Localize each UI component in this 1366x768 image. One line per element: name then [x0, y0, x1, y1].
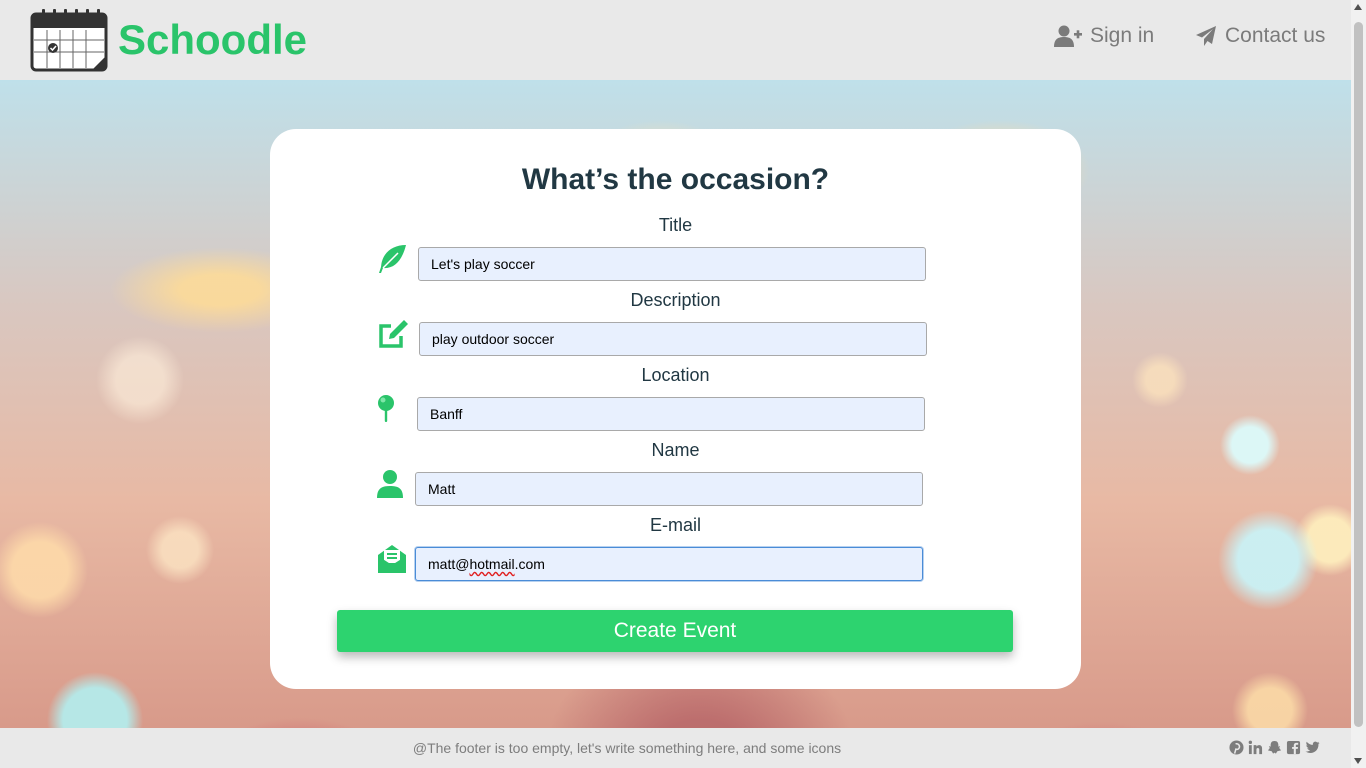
nav-sign-in-label: Sign in — [1090, 24, 1155, 47]
nav-sign-in[interactable]: Sign in — [1054, 24, 1154, 48]
email-value-misspelled: hotmail — [469, 556, 515, 572]
user-icon — [377, 470, 403, 498]
linkedin-icon[interactable] — [1248, 740, 1263, 755]
feather-icon — [379, 245, 406, 273]
paper-plane-icon — [1196, 26, 1216, 46]
location-label: Location — [641, 365, 710, 385]
vertical-scrollbar[interactable] — [1351, 0, 1366, 768]
envelope-open-icon — [378, 545, 406, 573]
email-value-prefix: matt@ — [428, 556, 470, 572]
footer-text: @The footer is too empty, let's write so… — [412, 740, 842, 756]
facebook-icon[interactable] — [1286, 740, 1301, 755]
snapchat-icon[interactable] — [1267, 740, 1282, 755]
location-input[interactable] — [417, 397, 925, 431]
scroll-thumb[interactable] — [1354, 22, 1363, 727]
brand-name[interactable]: Schoodle — [118, 14, 307, 66]
user-plus-icon — [1054, 25, 1082, 47]
create-event-button[interactable]: Create Event — [337, 610, 1013, 652]
description-input[interactable] — [419, 322, 927, 356]
nav-contact-us[interactable]: Contact us — [1195, 24, 1325, 48]
description-label: Description — [630, 290, 721, 310]
email-label: E-mail — [649, 515, 701, 535]
pinterest-icon[interactable] — [1229, 740, 1244, 755]
name-input[interactable] — [415, 472, 923, 506]
scroll-up-arrow-icon[interactable] — [1354, 4, 1362, 10]
form-title: What’s the occasion? — [521, 163, 830, 196]
nav-contact-us-label: Contact us — [1225, 24, 1326, 47]
map-pin-icon — [378, 395, 394, 422]
name-label: Name — [651, 440, 700, 460]
edit-icon — [379, 320, 408, 348]
twitter-icon[interactable] — [1305, 740, 1320, 755]
title-label: Title — [658, 215, 693, 235]
calendar-logo-icon[interactable] — [30, 8, 108, 74]
email-input[interactable]: matt@hotmail.com — [415, 547, 923, 581]
scroll-down-arrow-icon[interactable] — [1354, 758, 1362, 764]
site-footer: @The footer is too empty, let's write so… — [0, 728, 1351, 768]
title-input[interactable] — [418, 247, 926, 281]
email-value-suffix: .com — [514, 556, 545, 572]
site-header: Schoodle Sign in Contact us — [0, 0, 1351, 80]
